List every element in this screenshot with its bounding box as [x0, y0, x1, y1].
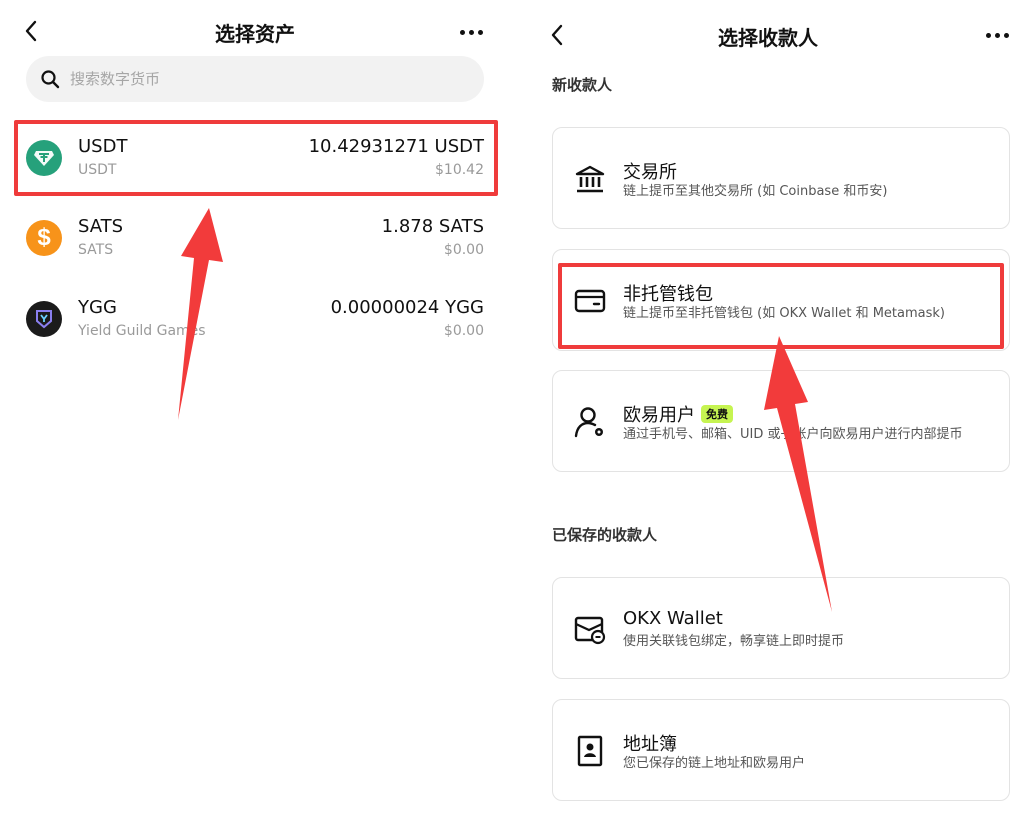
- option-title-text: 欧易用户: [623, 405, 695, 426]
- option-desc: 您已保存的链上地址和欧易用户: [623, 756, 806, 771]
- more-icon: [459, 29, 465, 35]
- asset-usd-value: $10.42: [435, 162, 484, 178]
- asset-symbol: USDT: [78, 136, 128, 157]
- more-options-button[interactable]: [454, 20, 488, 44]
- asset-amount: 0.00000024 YGG: [330, 297, 484, 318]
- okx-wallet-icon: [573, 612, 607, 646]
- bank-icon: [573, 162, 607, 196]
- asset-usd-value: $0.00: [443, 242, 484, 258]
- more-dot: [468, 29, 474, 35]
- page-title: 选择资产: [215, 22, 295, 46]
- option-title: 交易所: [623, 158, 677, 184]
- asset-symbol: SATS: [78, 216, 124, 237]
- more-dot: [994, 32, 1000, 38]
- asset-amount: 10.42931271 USDT: [308, 136, 484, 157]
- saved-recipient-heading: 已保存的收款人: [552, 526, 658, 544]
- new-recipient-heading: 新收款人: [552, 76, 613, 94]
- asset-name: USDT: [78, 162, 117, 178]
- asset-row-usdt[interactable]: USDT USDT 10.42931271 USDT $10.42: [20, 122, 496, 196]
- option-title: 非托管钱包: [623, 280, 713, 306]
- saved-address-book[interactable]: 地址簿 您已保存的链上地址和欧易用户: [552, 699, 1010, 801]
- more-dot: [1003, 32, 1009, 38]
- asset-row-sats[interactable]: $ SATS SATS 1.878 SATS $0.00: [20, 202, 496, 276]
- asset-name: Yield Guild Games: [78, 323, 206, 339]
- option-desc: 使用关联钱包绑定，畅享链上即时提币: [623, 634, 845, 649]
- asset-row-ygg[interactable]: YGG Yield Guild Games 0.00000024 YGG $0.…: [20, 283, 496, 357]
- wallet-icon: [573, 284, 607, 318]
- more-icon: [985, 32, 991, 38]
- option-non-custodial-wallet[interactable]: 非托管钱包 链上提币至非托管钱包 (如 OKX Wallet 和 Metamas…: [552, 249, 1010, 351]
- search-input[interactable]: [70, 70, 450, 88]
- option-title: 地址簿: [623, 730, 677, 756]
- more-dot: [477, 29, 483, 35]
- option-desc: 链上提币至其他交易所 (如 Coinbase 和币安): [623, 184, 888, 199]
- more-options-button[interactable]: [980, 23, 1014, 47]
- asset-amount: 1.878 SATS: [381, 216, 484, 237]
- saved-okx-wallet[interactable]: OKX Wallet 使用关联钱包绑定，畅享链上即时提币: [552, 577, 1010, 679]
- address-book-icon: [573, 734, 607, 768]
- option-title: 欧易用户 免费: [623, 401, 733, 427]
- user-gear-icon: [573, 405, 607, 439]
- page-title: 选择收款人: [718, 26, 818, 50]
- free-badge: 免费: [701, 405, 733, 423]
- tether-icon: [26, 140, 62, 176]
- option-title-text: 地址簿: [623, 734, 677, 755]
- option-title-text: 交易所: [623, 162, 677, 183]
- asset-usd-value: $0.00: [443, 323, 484, 339]
- asset-symbol: YGG: [78, 297, 117, 318]
- dollar-coin-icon: $: [26, 220, 62, 256]
- select-asset-screen: 选择资产 USDT USDT 10.42931271 USDT $10.42 $…: [0, 0, 510, 828]
- option-okx-user[interactable]: 欧易用户 免费 通过手机号、邮箱、UID 或子账户向欧易用户进行内部提币: [552, 370, 1010, 472]
- search-bar[interactable]: [26, 56, 484, 102]
- option-desc: 通过手机号、邮箱、UID 或子账户向欧易用户进行内部提币: [623, 427, 963, 442]
- asset-name: SATS: [78, 242, 114, 258]
- search-icon: [41, 70, 60, 89]
- option-desc: 链上提币至非托管钱包 (如 OKX Wallet 和 Metamask): [623, 306, 945, 321]
- select-recipient-screen: 选择收款人 新收款人 交易所 链上提币至其他交易所 (如 Coinbase 和币…: [530, 0, 1036, 828]
- option-title-text: 非托管钱包: [623, 284, 713, 305]
- option-title: OKX Wallet: [623, 608, 723, 629]
- option-exchange[interactable]: 交易所 链上提币至其他交易所 (如 Coinbase 和币安): [552, 127, 1010, 229]
- option-title-text: OKX Wallet: [623, 608, 723, 629]
- ygg-shield-icon: [26, 301, 62, 337]
